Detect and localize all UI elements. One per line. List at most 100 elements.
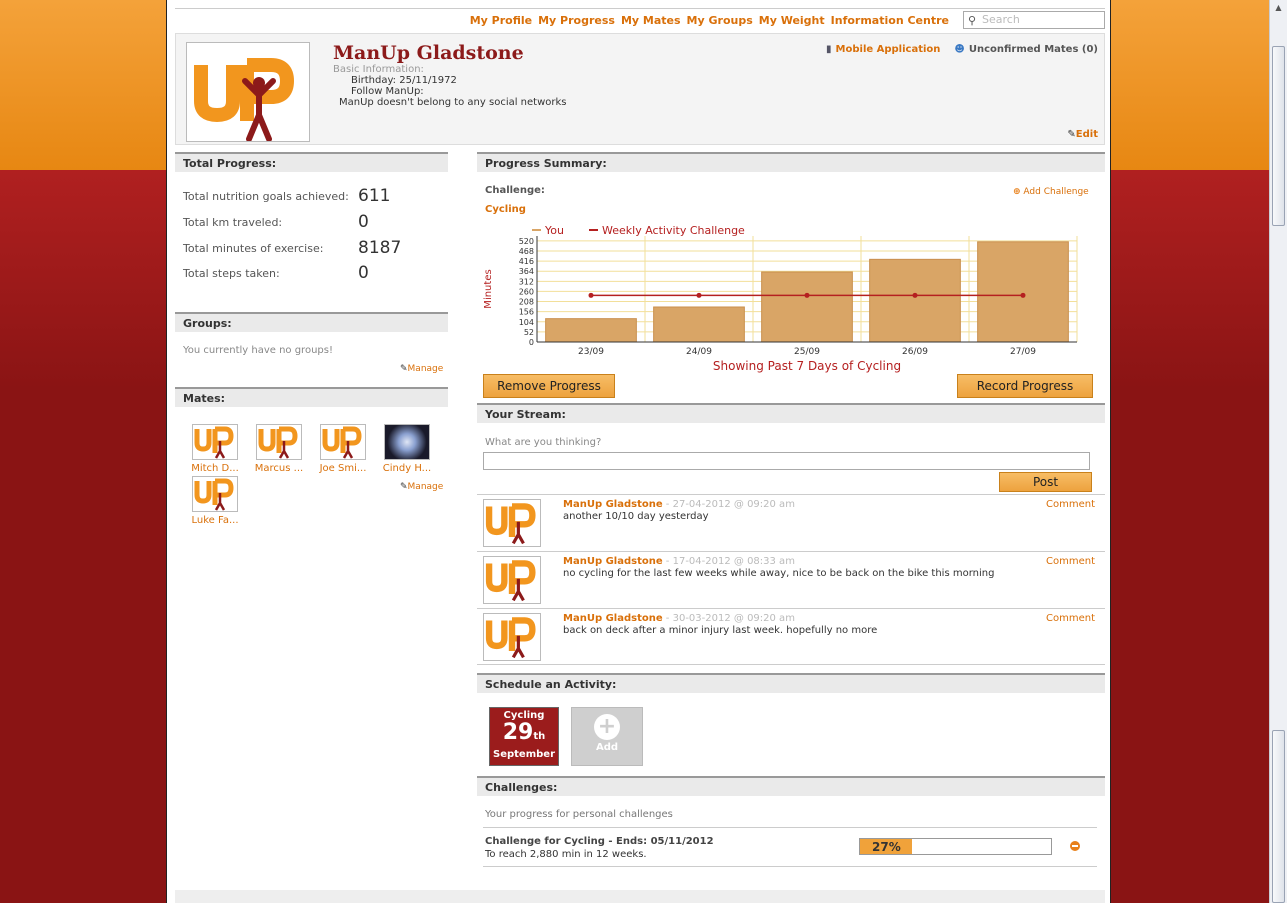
groups-empty-text: You currently have no groups! (183, 345, 333, 356)
nav-my-mates[interactable]: My Mates (621, 14, 681, 27)
y-tick-label: 416 (519, 257, 534, 266)
stat-km: Total km traveled: 0 (183, 212, 369, 232)
nav-my-profile[interactable]: My Profile (470, 14, 532, 27)
comment-link[interactable]: Comment (1046, 499, 1095, 510)
activity-month: September (493, 749, 555, 760)
activity-day: 29 (502, 720, 534, 745)
challenge-point (696, 292, 702, 298)
y-tick-label: 520 (519, 237, 534, 246)
mate-item[interactable]: Joe Smi... (313, 424, 373, 474)
record-progress-button[interactable]: Record Progress (957, 374, 1093, 398)
y-tick-label: 52 (524, 328, 534, 337)
challenge-progress-bar: 27% (859, 838, 1052, 855)
challenge-point (588, 292, 594, 298)
avatar (192, 424, 238, 460)
nav-my-groups[interactable]: My Groups (687, 14, 753, 27)
add-challenge-link[interactable]: ⊕ Add Challenge (1013, 187, 1089, 197)
progress-summary-heading: Progress Summary: (477, 152, 1105, 172)
search-icon: ⚲ (968, 14, 977, 27)
basic-info: Basic Information: Birthday: 25/11/1972 … (333, 64, 567, 108)
challenge-point (912, 292, 918, 298)
mobile-app-link[interactable]: ▮ Mobile Application (826, 44, 940, 55)
y-tick-label: 104 (519, 318, 534, 327)
challenge-point (804, 292, 810, 298)
avatar (483, 613, 541, 661)
nav-my-progress[interactable]: My Progress (538, 14, 615, 27)
y-tick-label: 156 (519, 308, 534, 317)
post-time: - 27-04-2012 @ 09:20 am (662, 499, 795, 510)
y-tick-label: 468 (519, 247, 534, 256)
avatar (256, 424, 302, 460)
nav-information-centre[interactable]: Information Centre (831, 14, 949, 27)
post-text: no cycling for the last few weeks while … (563, 568, 995, 579)
avatar (483, 499, 541, 547)
chart-bar (869, 258, 961, 343)
chart-bar (977, 241, 1069, 343)
post-text: another 10/10 day yesterday (563, 511, 709, 522)
avatar (384, 424, 430, 460)
manup-logo-icon (194, 58, 295, 142)
birthday: 25/11/1972 (399, 75, 457, 86)
challenges-subtitle: Your progress for personal challenges (485, 809, 673, 820)
phone-icon: ▮ (826, 44, 832, 55)
comment-link[interactable]: Comment (1046, 613, 1095, 624)
x-tick-label: 24/09 (686, 347, 712, 357)
post-author-link[interactable]: ManUp Gladstone (563, 556, 663, 567)
groups-manage-link[interactable]: ✎Manage (400, 364, 443, 374)
mate-item[interactable]: Marcus ... (249, 424, 309, 474)
mate-item[interactable]: Mitch D... (185, 424, 245, 474)
x-tick-label: 26/09 (902, 347, 928, 357)
networks-text: ManUp doesn't belong to any social netwo… (339, 97, 567, 108)
unconfirmed-mates-link[interactable]: ☻ Unconfirmed Mates (0) (954, 44, 1098, 55)
status-input[interactable] (483, 452, 1090, 470)
pencil-icon: ✎ (400, 482, 408, 492)
stream-post: ManUp Gladstone - 30-03-2012 @ 09:20 am … (477, 608, 1105, 665)
challenge-desc: To reach 2,880 min in 12 weeks. (485, 849, 647, 860)
progress-chart: You Weekly Activity Challenge 0 52 104 156 208… (477, 220, 1105, 380)
y-axis-label: Minutes (483, 269, 494, 308)
avatar (483, 556, 541, 604)
post-button[interactable]: Post (999, 472, 1092, 492)
challenge-point (1020, 292, 1026, 298)
scheduled-activity-card[interactable]: Cycling 29th September (489, 707, 559, 766)
legend-challenge-label: Weekly Activity Challenge (602, 224, 745, 237)
schedule-heading: Schedule an Activity: (477, 673, 1105, 693)
post-time: - 17-04-2012 @ 08:33 am (662, 556, 795, 567)
y-tick-label: 364 (519, 267, 534, 276)
plus-icon: + (594, 714, 620, 740)
stream-prompt: What are you thinking? (485, 437, 602, 448)
add-activity-button[interactable]: + Add (571, 707, 643, 766)
x-tick-label: 27/09 (1010, 347, 1036, 357)
challenge-progress-label: 27% (872, 840, 901, 854)
comment-link[interactable]: Comment (1046, 556, 1095, 567)
window-scrollbar[interactable]: ▲ (1269, 0, 1287, 903)
post-author-link[interactable]: ManUp Gladstone (563, 499, 663, 510)
remove-challenge-icon[interactable] (1070, 841, 1080, 851)
profile-header: ManUp Gladstone Basic Information: Birth… (175, 33, 1105, 145)
scroll-thumb-lower[interactable] (1272, 730, 1285, 903)
profile-name: ManUp Gladstone (333, 42, 524, 64)
avatar (192, 476, 238, 512)
x-tick-label: 23/09 (578, 347, 604, 357)
nav-my-weight[interactable]: My Weight (759, 14, 825, 27)
x-axis-label: Showing Past 7 Days of Cycling (713, 359, 901, 373)
stat-minutes: Total minutes of exercise: 8187 (183, 238, 402, 258)
mate-item[interactable]: Cindy H... (377, 424, 437, 474)
remove-progress-button[interactable]: Remove Progress (483, 374, 615, 398)
challenges-heading: Challenges: (477, 776, 1105, 796)
chart-bar (761, 271, 853, 343)
mates-manage-link[interactable]: ✎Manage (400, 482, 443, 492)
mate-item[interactable]: Luke Fa... (185, 476, 245, 526)
top-nav: My Profile My Progress My Mates My Group… (175, 8, 1105, 32)
search-input[interactable]: ⚲ Search (963, 11, 1105, 29)
x-tick-label: 25/09 (794, 347, 820, 357)
people-icon: ☻ (954, 44, 965, 55)
y-tick-label: 312 (519, 277, 534, 286)
scroll-thumb-upper[interactable] (1272, 46, 1285, 226)
scroll-up-icon[interactable]: ▲ (1270, 0, 1287, 16)
challenge-progress-fill: 27% (860, 839, 912, 854)
post-author-link[interactable]: ManUp Gladstone (563, 613, 663, 624)
chart-bar (653, 306, 745, 343)
edit-profile-link[interactable]: ✎Edit (1067, 129, 1098, 140)
plus-circle-icon: ⊕ (1013, 187, 1021, 197)
